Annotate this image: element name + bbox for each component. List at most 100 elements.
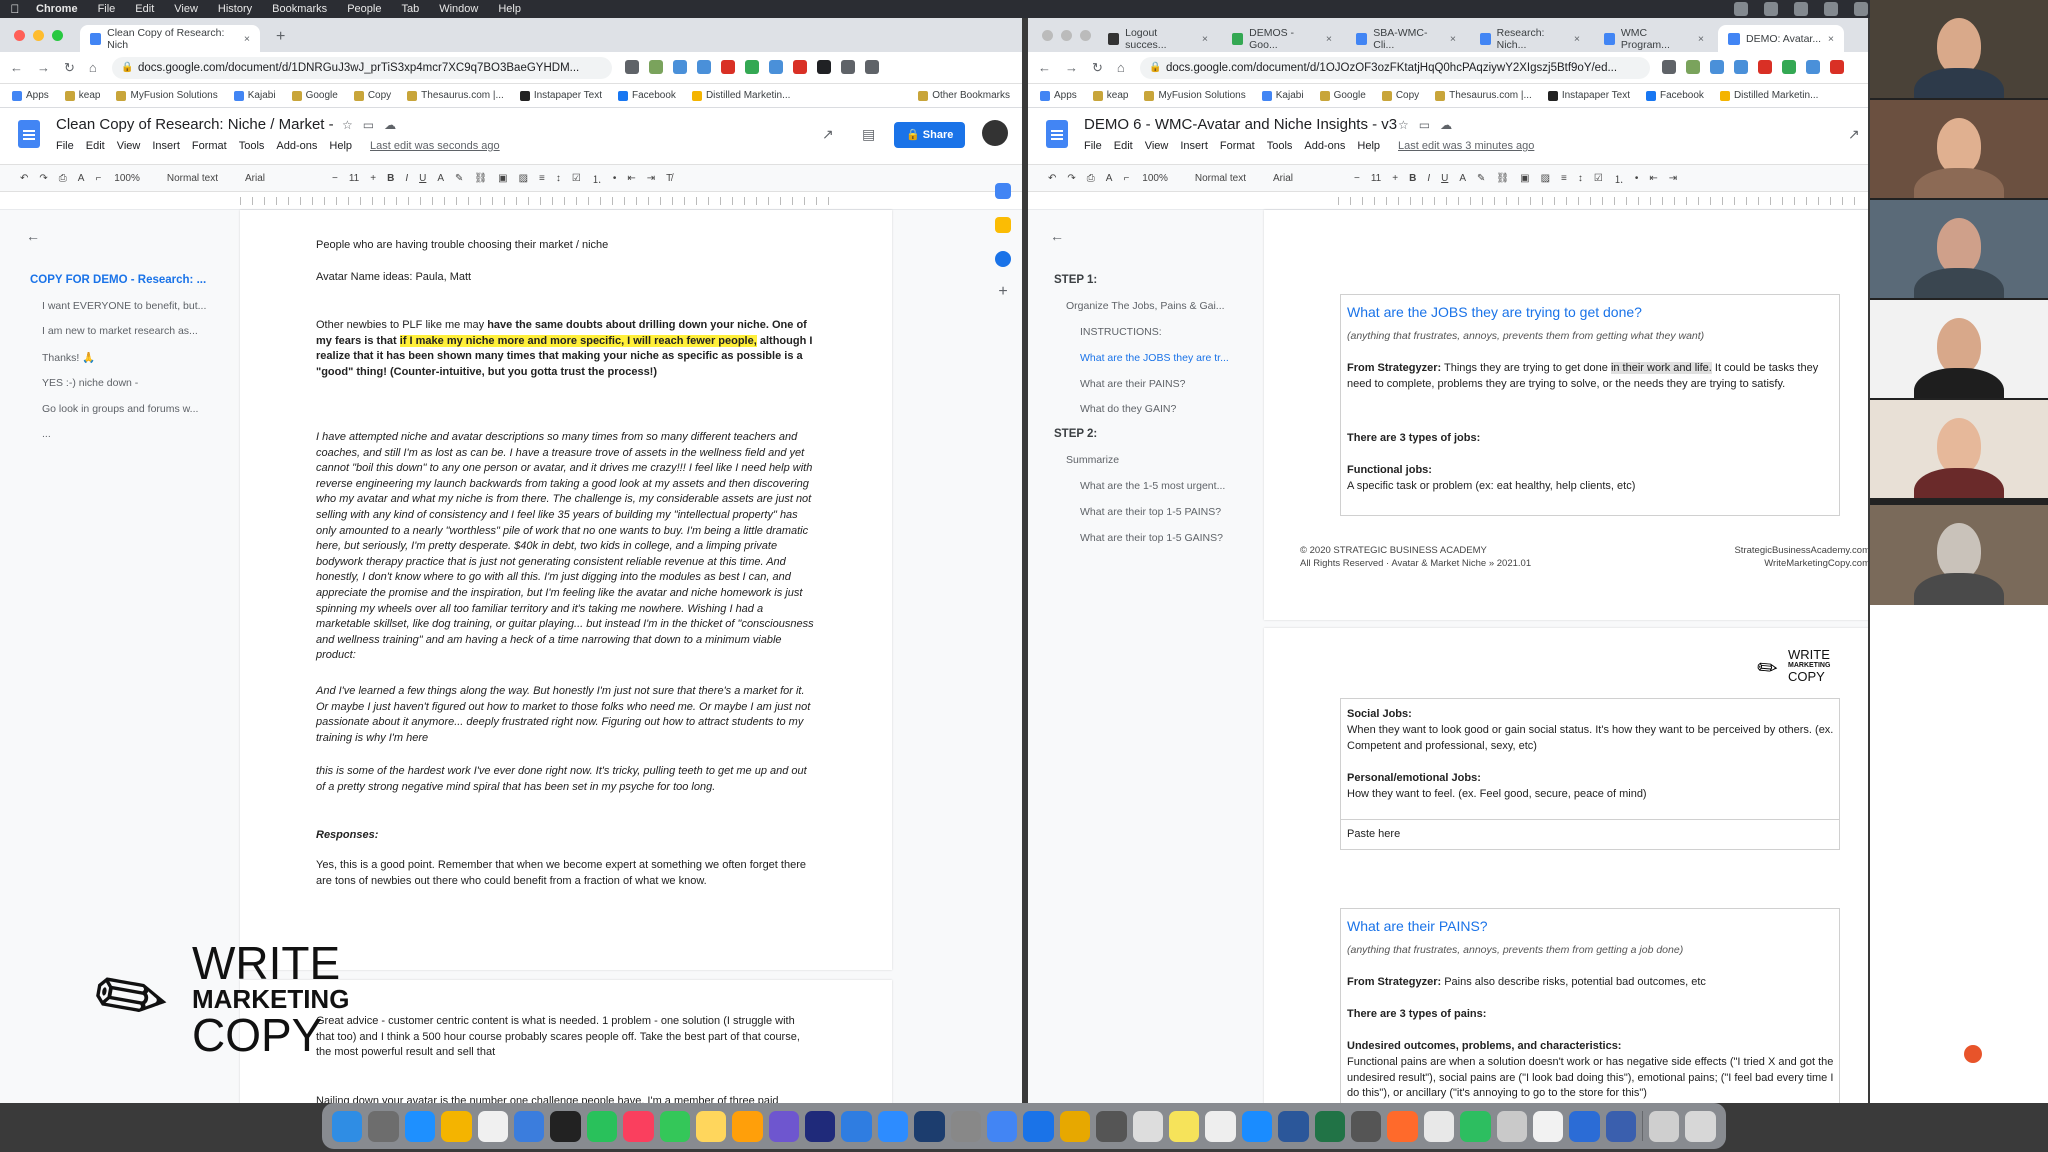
close-window-button[interactable] — [1042, 30, 1053, 41]
close-window-button[interactable] — [14, 30, 25, 41]
safari-icon[interactable] — [404, 1110, 436, 1142]
back-icon[interactable]: ← — [1038, 60, 1051, 76]
outline-item[interactable]: Summarize — [1066, 454, 1246, 466]
link-icon[interactable]: ⛓ — [474, 173, 487, 184]
outline-step-1[interactable]: STEP 1: — [1054, 274, 1097, 286]
screenflow-icon[interactable] — [1605, 1110, 1637, 1142]
notes-icon[interactable] — [695, 1110, 727, 1142]
close-tab-icon[interactable]: × — [1828, 33, 1834, 45]
bookmark-kajabi[interactable]: Kajabi — [1261, 90, 1304, 101]
close-tab-icon[interactable]: × — [244, 33, 250, 45]
extension-icon[interactable] — [1764, 2, 1778, 16]
ia-writer-icon[interactable] — [1205, 1110, 1236, 1142]
bookmark-distilled[interactable]: Distilled Marketin... — [691, 90, 790, 101]
outline-step-2[interactable]: STEP 2: — [1054, 428, 1097, 440]
zoom-icon[interactable] — [1794, 2, 1808, 16]
docs-menu-view[interactable]: View — [117, 140, 141, 152]
ruler[interactable] — [0, 192, 1022, 210]
outline-item[interactable]: What are the 1-5 most urgent... — [1080, 480, 1250, 492]
outline-item[interactable]: What are their top 1-5 GAINS? — [1080, 532, 1250, 544]
back-icon[interactable]: ← — [10, 60, 23, 76]
font-size-field[interactable]: 11 — [349, 173, 359, 184]
participant-video-2[interactable] — [1870, 100, 2048, 198]
outline-item-active[interactable]: What are the JOBS they are tr... — [1080, 352, 1250, 364]
indent-increase-icon[interactable]: ⇥ — [647, 173, 655, 184]
docs-menu-file[interactable]: File — [1084, 140, 1102, 152]
bookmark-google[interactable]: Google — [291, 90, 338, 101]
share-button[interactable]: 🔒 Share — [894, 122, 966, 148]
utility-icon[interactable] — [1496, 1110, 1527, 1142]
imovie-icon[interactable] — [768, 1110, 800, 1142]
menu-tab[interactable]: Tab — [401, 3, 419, 15]
docs-menu-help[interactable]: Help — [1357, 140, 1380, 152]
tab-demos[interactable]: DEMOS - Goo... × — [1222, 25, 1342, 52]
comment-icon[interactable]: ▣ — [1520, 173, 1529, 184]
url-field[interactable]: 🔒 docs.google.com/document/d/1DNRGuJ3wJ_… — [112, 57, 612, 79]
reminders-icon[interactable] — [1532, 1110, 1564, 1142]
move-folder-icon[interactable]: ▭ — [363, 118, 374, 132]
battery-icon[interactable] — [1824, 2, 1838, 16]
indent-decrease-icon[interactable]: ⇤ — [627, 173, 635, 184]
extension-5-icon[interactable] — [1782, 60, 1796, 74]
tes-icon[interactable] — [1059, 1110, 1091, 1142]
docs-menu-insert[interactable]: Insert — [1180, 140, 1208, 152]
last-edit-link[interactable]: Last edit was 3 minutes ago — [1398, 140, 1534, 152]
tab-wmc-program[interactable]: WMC Program... × — [1594, 25, 1714, 52]
paint-format-icon[interactable]: ⌐ — [1123, 173, 1129, 184]
docs-menu-insert[interactable]: Insert — [152, 140, 180, 152]
tab-logout[interactable]: Logout succes... × — [1098, 25, 1218, 52]
outline-item[interactable]: Thanks! 🙏 — [42, 351, 217, 364]
messages-icon[interactable] — [659, 1110, 690, 1142]
doc-title[interactable]: Clean Copy of Research: Niche / Market - — [56, 116, 334, 133]
docs-menu-help[interactable]: Help — [329, 140, 352, 152]
pencil-app-icon[interactable] — [1168, 1110, 1200, 1142]
slack-icon[interactable] — [1423, 1110, 1455, 1142]
docs-menu-format[interactable]: Format — [1220, 140, 1255, 152]
image-icon[interactable]: ▨ — [1541, 173, 1550, 184]
other-bookmarks[interactable]: Other Bookmarks — [918, 90, 1010, 101]
activity-trend-icon[interactable]: ↗ — [822, 126, 838, 142]
zoom-select[interactable]: 100% — [1140, 173, 1182, 184]
indent-increase-icon[interactable]: ⇥ — [1669, 173, 1677, 184]
bulleted-list-icon[interactable]: • — [613, 173, 617, 184]
italic-icon[interactable]: I — [1427, 173, 1430, 184]
tasks-icon[interactable] — [995, 251, 1011, 267]
font-size-increase-icon[interactable]: + — [370, 173, 376, 184]
last-edit-link[interactable]: Last edit was seconds ago — [370, 140, 500, 152]
bookmark-star-icon[interactable] — [1662, 60, 1676, 74]
bookmark-distilled[interactable]: Distilled Marketin... — [1719, 90, 1818, 101]
docs-menu-addons[interactable]: Add-ons — [276, 140, 317, 152]
menu-window[interactable]: Window — [439, 3, 478, 15]
menu-history[interactable]: History — [218, 3, 252, 15]
ruler[interactable] — [1028, 192, 1868, 210]
outline-item[interactable]: I want EVERYONE to benefit, but... — [42, 300, 217, 312]
extension-3-icon[interactable] — [1734, 60, 1748, 74]
outline-item[interactable]: I am new to market research as... — [42, 325, 217, 337]
bookmark-facebook[interactable]: Facebook — [1646, 90, 1704, 101]
bookmark-myfusion[interactable]: MyFusion Solutions — [1144, 90, 1246, 101]
trash-icon[interactable] — [1685, 1110, 1716, 1142]
paint-format-icon[interactable]: ⌐ — [95, 173, 101, 184]
numbered-list-icon[interactable]: ⒈ — [1614, 171, 1624, 186]
participant-video-5[interactable] — [1870, 400, 2048, 498]
paste-here-cell[interactable]: Paste here — [1347, 827, 1400, 843]
close-tab-icon[interactable]: × — [1202, 33, 1208, 45]
italic-icon[interactable]: I — [405, 173, 408, 184]
bookmark-apps[interactable]: Apps — [12, 90, 49, 101]
zoom-window-button[interactable] — [52, 30, 63, 41]
doc-title[interactable]: DEMO 6 - WMC-Avatar and Niche Insights -… — [1084, 116, 1397, 133]
participant-video-6[interactable] — [1870, 505, 2048, 605]
close-tab-icon[interactable]: × — [1326, 33, 1332, 45]
menu-file[interactable]: File — [98, 3, 116, 15]
extension-4-icon[interactable] — [1758, 60, 1772, 74]
align-icon[interactable]: ≡ — [539, 173, 545, 184]
font-size-field[interactable]: 11 — [1371, 173, 1381, 184]
comments-icon[interactable]: ▤ — [862, 126, 878, 142]
bookmark-apps[interactable]: Apps — [1040, 90, 1077, 101]
font-select[interactable]: Arial — [1271, 173, 1343, 184]
outline-item[interactable]: INSTRUCTIONS: — [1080, 326, 1250, 338]
activity-trend-icon[interactable]: ↗ — [1848, 126, 1864, 142]
app-store-icon[interactable] — [1241, 1110, 1273, 1142]
acrobat-icon[interactable] — [550, 1110, 581, 1142]
align-icon[interactable]: ≡ — [1561, 173, 1567, 184]
